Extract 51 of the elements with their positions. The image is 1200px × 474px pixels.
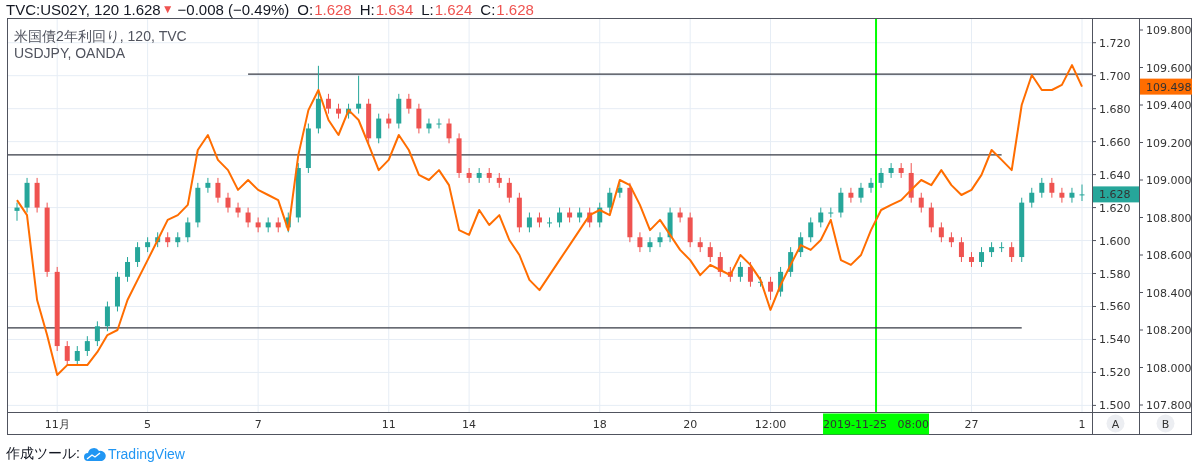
axis-label: 1 [1078,418,1086,431]
symbol-label: TVC:US02Y, 120 [6,0,120,18]
axis-label: 109.000 [1146,174,1192,187]
axis-label: 14 [462,418,477,431]
axis-label: 108.400 [1146,286,1192,300]
axis-label: 5 [144,418,152,431]
axis-label: 11月 [44,418,70,431]
ohlc-value: 1.634 [375,0,414,18]
axis-label: 12:00 [754,418,787,431]
ohlc-value: 1.628 [496,0,534,18]
axis-label: 1.640 [1099,168,1131,182]
axis-label: 109.600 [1146,61,1192,75]
footer-label: 作成ツール: [6,445,80,463]
axis-label: 1.660 [1099,135,1131,149]
axis-label: 20 [683,418,698,431]
axis-label: 1.720 [1099,36,1131,50]
ohlc-label: O: [297,0,314,18]
axis-label: 1.700 [1099,69,1131,83]
chart-title: 米国債2年利回り, 120, TVC [14,28,187,45]
axis-label: 11 [381,418,396,431]
legend-label: USDJPY, OANDA [14,45,126,62]
axis-label: 1.540 [1099,333,1131,347]
axis-label: 1.580 [1099,267,1131,281]
axis-label: 1.500 [1099,399,1131,413]
axis-label: 7 [254,418,262,431]
ohlc-value: 1.624 [434,0,473,18]
axis-label: 1.680 [1099,102,1131,116]
down-arrow-icon: ▼ [161,2,174,16]
axis-label: 1.520 [1099,366,1131,380]
crosshair-time-label: 2019-11-25 08:00 [822,413,930,435]
axis-label: 108.200 [1146,324,1192,337]
axis-label: 27 [964,418,979,431]
axis-label: 1.560 [1099,300,1131,314]
annotation: 2019-11-25 08:00 [822,418,930,431]
axis-label: 109.800 [1146,24,1192,37]
axis-label: 109.400 [1146,99,1192,112]
axis-label: 1.600 [1099,234,1131,248]
axis-label: 109.200 [1146,136,1192,150]
axis-label: 107.800 [1146,399,1192,412]
axis-label: 108.800 [1146,211,1192,225]
ohlc-label: L: [421,0,434,18]
ohlc-label: H: [359,0,375,18]
ohlc-value: 1.628 [314,0,352,18]
ohlc-label: C: [480,0,496,18]
axis-label: 108.000 [1146,361,1192,375]
axis-label: 108.600 [1146,249,1192,262]
price-badge: 1.628 [1093,186,1139,203]
axis-label: 18 [592,418,607,431]
price-change: −0.008 (−0.49%) [177,0,290,18]
axis-label: 1.620 [1099,201,1131,215]
last-price: 1.628 [123,0,161,18]
